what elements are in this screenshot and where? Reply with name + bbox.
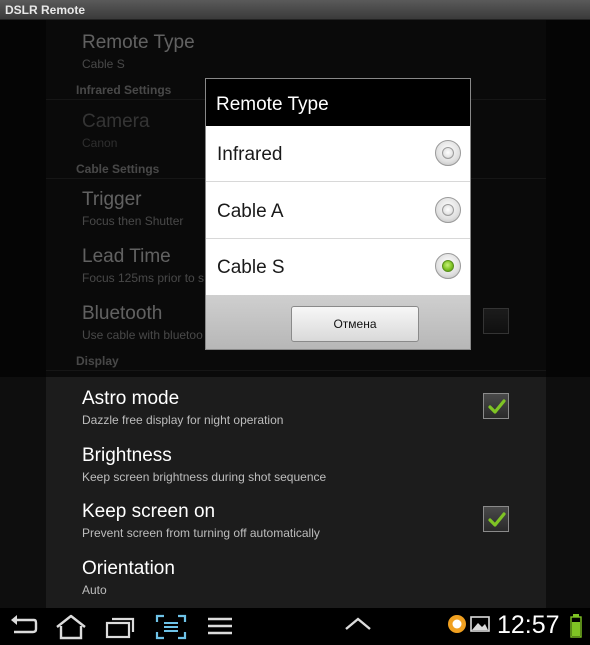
status-clock: 12:57 xyxy=(497,611,560,639)
pref-title: Remote Type xyxy=(82,32,195,53)
category-infrared-settings: Infrared Settings xyxy=(76,83,172,97)
pref-summary: Canon xyxy=(82,136,118,150)
bluetooth-checkbox[interactable] xyxy=(483,308,509,334)
pref-title: Bluetooth xyxy=(82,303,163,324)
pref-summary: Dazzle free display for night operation xyxy=(82,413,284,427)
dialog-options-list: Infrared Cable A Cable S xyxy=(206,126,470,295)
pref-summary: Prevent screen from turning off automati… xyxy=(82,526,320,540)
category-cable-settings: Cable Settings xyxy=(76,162,160,176)
radio-dot xyxy=(442,260,454,272)
check-icon xyxy=(488,399,506,414)
dialog-title: Remote Type xyxy=(216,94,329,115)
option-cable-a[interactable]: Cable A xyxy=(206,183,470,239)
pref-lead-time[interactable]: Lead Time Focus 125ms prior to s xyxy=(82,246,204,285)
system-nav-bar: 12:57 xyxy=(0,608,590,645)
pref-remote-type[interactable]: Remote Type Cable S xyxy=(82,32,195,71)
screenshot-icon[interactable] xyxy=(155,614,187,640)
cancel-button[interactable]: Отмена xyxy=(291,306,419,342)
keep-screen-on-checkbox[interactable] xyxy=(483,506,509,532)
remote-type-dialog: Remote Type Infrared Cable A Cable S Отм… xyxy=(205,78,471,350)
pref-keep-screen-on[interactable]: Keep screen on Prevent screen from turni… xyxy=(82,501,320,540)
category-display: Display xyxy=(76,354,119,368)
app-title: DSLR Remote xyxy=(5,3,86,17)
radio-button[interactable] xyxy=(435,140,461,166)
pref-astro-mode[interactable]: Astro mode Dazzle free display for night… xyxy=(82,388,283,427)
back-icon[interactable] xyxy=(8,614,38,638)
pref-summary: Use cable with bluetoo xyxy=(82,328,203,342)
pref-summary: Auto xyxy=(82,583,107,597)
pref-title: Astro mode xyxy=(82,388,180,409)
pref-summary: Focus then Shutter xyxy=(82,214,184,228)
dialog-title-bar: Remote Type xyxy=(206,79,470,126)
option-label: Cable A xyxy=(217,201,284,222)
pref-summary: Keep screen brightness during shot seque… xyxy=(82,470,327,484)
pref-title: Brightness xyxy=(82,445,172,466)
category-divider xyxy=(46,370,546,371)
pref-title: Trigger xyxy=(82,189,142,210)
expand-up-icon[interactable] xyxy=(343,614,373,634)
pref-title: Orientation xyxy=(82,558,175,579)
pref-title: Camera xyxy=(82,111,150,132)
notification-app-icon[interactable] xyxy=(447,614,467,634)
option-infrared[interactable]: Infrared xyxy=(206,126,470,182)
radio-button-selected[interactable] xyxy=(435,253,461,279)
dialog-button-bar: Отмена xyxy=(206,295,470,349)
gallery-icon[interactable] xyxy=(470,614,490,634)
menu-icon[interactable] xyxy=(206,614,234,638)
pref-title: Lead Time xyxy=(82,246,171,267)
option-cable-s[interactable]: Cable S xyxy=(206,239,470,295)
pref-trigger[interactable]: Trigger Focus then Shutter xyxy=(82,189,183,228)
pref-title: Keep screen on xyxy=(82,501,216,522)
astro-mode-checkbox[interactable] xyxy=(483,393,509,419)
pref-brightness[interactable]: Brightness Keep screen brightness during… xyxy=(82,445,326,484)
radio-dot xyxy=(442,204,454,216)
pref-orientation[interactable]: Orientation Auto xyxy=(82,558,175,597)
pref-bluetooth[interactable]: Bluetooth Use cable with bluetoo xyxy=(82,303,203,342)
battery-icon xyxy=(570,614,582,638)
recent-apps-icon[interactable] xyxy=(104,614,136,640)
option-label: Cable S xyxy=(217,257,285,278)
radio-dot xyxy=(442,147,454,159)
pref-camera[interactable]: Camera Canon xyxy=(82,111,150,150)
option-label: Infrared xyxy=(217,144,283,165)
check-icon xyxy=(488,512,506,527)
radio-button[interactable] xyxy=(435,197,461,223)
home-icon[interactable] xyxy=(54,614,88,640)
app-title-bar: DSLR Remote xyxy=(0,0,590,20)
pref-summary: Cable S xyxy=(82,57,125,71)
pref-summary: Focus 125ms prior to s xyxy=(82,271,205,285)
